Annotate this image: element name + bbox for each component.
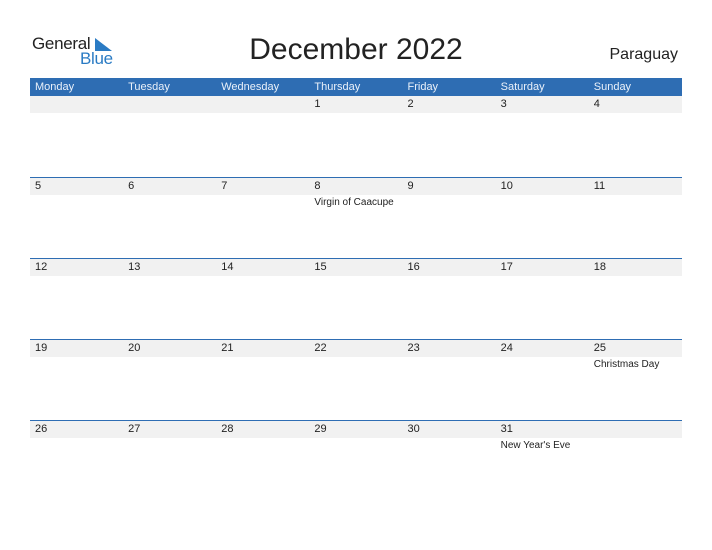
day-number: 17 (495, 259, 589, 276)
day-cell: 11 (588, 178, 682, 258)
day-cell: 23 (402, 340, 496, 420)
weekday-header: Monday Tuesday Wednesday Thursday Friday… (30, 78, 682, 96)
holiday-label: Christmas Day (593, 359, 660, 370)
day-cell: 31 New Year's Eve (495, 421, 589, 501)
day-cell: 8 Virgin of Caacupe (309, 178, 403, 258)
day-number: 30 (402, 421, 496, 438)
day-number: 13 (123, 259, 217, 276)
day-number: 12 (30, 259, 124, 276)
day-number: 22 (309, 340, 403, 357)
day-cell: 6 (123, 178, 217, 258)
day-number: 5 (30, 178, 124, 195)
day-number: 28 (216, 421, 310, 438)
day-cell: 2 (402, 96, 496, 177)
day-number: 11 (588, 178, 682, 195)
weeks-container: 1 2 3 4 5 6 7 8 Virgin of Caacupe 9 10 11 12 13 14 15 16… (30, 96, 682, 501)
day-cell (588, 421, 682, 501)
day-number: 10 (495, 178, 589, 195)
day-number: 7 (216, 178, 310, 195)
weekday-thursday: Thursday (314, 81, 361, 93)
day-cell: 20 (123, 340, 217, 420)
day-number: 21 (216, 340, 310, 357)
day-number: 25 (588, 340, 682, 357)
day-cell: 1 (309, 96, 403, 177)
day-cell: 24 (495, 340, 589, 420)
day-cell: 3 (495, 96, 589, 177)
day-number: 4 (588, 96, 682, 113)
calendar-title: December 2022 (249, 33, 463, 66)
holiday-label: New Year's Eve (500, 440, 571, 451)
day-cell: 30 (402, 421, 496, 501)
day-number (30, 96, 124, 113)
day-number (588, 421, 682, 438)
day-cell: 21 (216, 340, 310, 420)
day-number: 3 (495, 96, 589, 113)
weekday-friday: Friday (407, 81, 439, 93)
day-number: 8 (309, 178, 403, 195)
day-cell: 7 (216, 178, 310, 258)
day-cell: 17 (495, 259, 589, 339)
day-cell: 25 Christmas Day (588, 340, 682, 420)
day-cell: 15 (309, 259, 403, 339)
day-number: 2 (402, 96, 496, 113)
calendar-grid: Monday Tuesday Wednesday Thursday Friday… (30, 78, 682, 501)
day-cell: 26 (30, 421, 124, 501)
day-number: 29 (309, 421, 403, 438)
day-cell: 16 (402, 259, 496, 339)
weekday-wednesday: Wednesday (221, 81, 280, 93)
day-number: 14 (216, 259, 310, 276)
day-number: 18 (588, 259, 682, 276)
day-cell: 14 (216, 259, 310, 339)
holiday-label: Virgin of Caacupe (314, 197, 394, 208)
weekday-saturday: Saturday (500, 81, 545, 93)
day-cell (216, 96, 310, 177)
day-cell: 13 (123, 259, 217, 339)
day-number (216, 96, 310, 113)
day-number: 9 (402, 178, 496, 195)
day-cell: 5 (30, 178, 124, 258)
day-number: 20 (123, 340, 217, 357)
week-row: 26 27 28 29 30 31 New Year's Eve (30, 420, 682, 501)
weekday-tuesday: Tuesday (128, 81, 170, 93)
day-cell: 22 (309, 340, 403, 420)
day-number: 15 (309, 259, 403, 276)
day-number: 6 (123, 178, 217, 195)
day-cell (123, 96, 217, 177)
day-cell: 29 (309, 421, 403, 501)
day-cell: 28 (216, 421, 310, 501)
week-row: 5 6 7 8 Virgin of Caacupe 9 10 11 (30, 177, 682, 258)
country-label: Paraguay (609, 46, 679, 63)
day-cell: 27 (123, 421, 217, 501)
day-cell: 19 (30, 340, 124, 420)
day-number: 16 (402, 259, 496, 276)
day-number: 31 (495, 421, 589, 438)
weekday-monday: Monday (35, 81, 75, 93)
day-cell (30, 96, 124, 177)
day-cell: 18 (588, 259, 682, 339)
day-number: 24 (495, 340, 589, 357)
day-number: 1 (309, 96, 403, 113)
week-row: 12 13 14 15 16 17 18 (30, 258, 682, 339)
day-cell: 10 (495, 178, 589, 258)
day-cell: 9 (402, 178, 496, 258)
day-number: 19 (30, 340, 124, 357)
weekday-sunday: Sunday (593, 81, 632, 93)
day-number: 26 (30, 421, 124, 438)
day-number (123, 96, 217, 113)
week-row: 19 20 21 22 23 24 25 Christmas Day (30, 339, 682, 420)
day-cell: 12 (30, 259, 124, 339)
day-number: 27 (123, 421, 217, 438)
day-number: 23 (402, 340, 496, 357)
week-row: 1234 (30, 96, 682, 177)
day-cell: 4 (588, 96, 682, 177)
